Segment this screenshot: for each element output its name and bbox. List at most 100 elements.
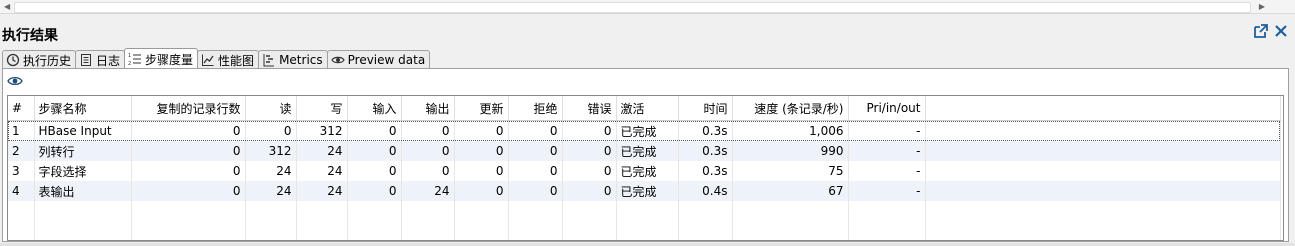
cell-status: 已完成 — [616, 161, 679, 181]
column-header[interactable]: 输入 — [347, 96, 402, 121]
cell-output: 0 — [401, 161, 455, 181]
cell-filler — [925, 141, 1281, 161]
chart-icon — [201, 53, 215, 67]
cell-input: 0 — [347, 141, 402, 161]
tab-preview-data[interactable]: Preview data — [326, 50, 431, 69]
table-row[interactable]: 3 字段选择 0 24 24 0 0 0 0 0 已完成 0.3s 75 - — [8, 161, 1281, 181]
cell-copies: 0 — [131, 181, 246, 201]
cell-step-name: 字段选择 — [34, 161, 132, 181]
cell-copies: 0 — [131, 161, 246, 181]
column-header[interactable]: # — [8, 96, 35, 121]
tab-label: 日志 — [96, 53, 121, 68]
tab-label: 执行历史 — [23, 53, 72, 68]
tab-step-metrics[interactable]: 12 步骤度量 — [124, 48, 199, 69]
cell-time: 0.4s — [678, 181, 733, 201]
metrics-table: # 步骤名称 复制的记录行数 读 写 输入 输出 更新 拒绝 错误 激活 时间 … — [7, 95, 1284, 241]
cell-read: 24 — [245, 161, 297, 181]
cell-speed: 75 — [732, 161, 849, 181]
cell-pri-in-out: - — [848, 161, 926, 181]
column-header[interactable]: Pri/in/out — [848, 96, 926, 121]
cell-status: 已完成 — [616, 120, 679, 141]
column-header[interactable]: 步骤名称 — [34, 96, 132, 121]
cell-speed: 1,006 — [732, 120, 849, 141]
column-header[interactable]: 复制的记录行数 — [131, 96, 246, 121]
table-row[interactable]: 2 列转行 0 312 24 0 0 0 0 0 已完成 0.3s 990 - — [8, 141, 1281, 161]
table-header-row: # 步骤名称 复制的记录行数 读 写 输入 输出 更新 拒绝 错误 激活 时间 … — [8, 96, 1281, 121]
cell-index: 2 — [8, 141, 35, 161]
svg-text:1: 1 — [128, 53, 131, 59]
column-header-filler — [925, 96, 1281, 121]
column-header[interactable]: 读 — [245, 96, 297, 121]
cell-index: 3 — [8, 161, 35, 181]
cell-input: 0 — [347, 181, 402, 201]
horizontal-scrollbar[interactable]: ◀ ▶ — [0, 0, 1295, 14]
empty-row — [8, 201, 1281, 221]
eye-icon — [330, 53, 345, 67]
metrics-list-icon: 12 — [128, 52, 142, 67]
cell-errors: 0 — [562, 181, 617, 201]
cell-index: 1 — [8, 120, 35, 141]
cell-written: 24 — [296, 181, 348, 201]
tab-performance-chart[interactable]: 性能图 — [197, 50, 260, 69]
cell-filler — [925, 120, 1281, 141]
cell-updated: 0 — [454, 181, 509, 201]
scroll-right-icon[interactable]: ▶ — [1259, 1, 1265, 13]
log-icon — [79, 53, 93, 67]
step-metrics-panel: # 步骤名称 复制的记录行数 读 写 输入 输出 更新 拒绝 错误 激活 时间 … — [2, 68, 1289, 242]
tab-label: Preview data — [347, 53, 426, 67]
tab-execution-history[interactable]: 执行历史 — [2, 50, 77, 69]
column-header[interactable]: 错误 — [562, 96, 617, 121]
cell-updated: 0 — [454, 141, 509, 161]
cell-output: 24 — [401, 181, 455, 201]
history-icon — [6, 53, 20, 67]
empty-row — [8, 221, 1281, 240]
scroll-left-icon[interactable]: ◀ — [4, 1, 10, 13]
cell-errors: 0 — [562, 120, 617, 141]
open-external-icon[interactable] — [1253, 23, 1269, 39]
cell-filler — [925, 161, 1281, 181]
cell-index: 4 — [8, 181, 35, 201]
column-header[interactable]: 写 — [296, 96, 348, 121]
tab-bar: 执行历史 日志 12 步骤度量 性能图 Metrics Preview data — [2, 48, 431, 69]
cell-written: 312 — [296, 120, 348, 141]
cell-status: 已完成 — [616, 141, 679, 161]
tab-metrics[interactable]: Metrics — [258, 50, 328, 69]
cell-rejected: 0 — [508, 181, 563, 201]
cell-written: 24 — [296, 141, 348, 161]
svg-text:2: 2 — [128, 61, 131, 66]
cell-input: 0 — [347, 161, 402, 181]
scrollbar-thumb[interactable] — [14, 2, 1251, 13]
metrics-icon — [262, 53, 276, 67]
cell-output: 0 — [401, 141, 455, 161]
cell-filler — [925, 181, 1281, 201]
cell-step-name: HBase Input — [34, 120, 132, 141]
column-header[interactable]: 速度 (条记录/秒) — [732, 96, 849, 121]
cell-time: 0.3s — [678, 141, 733, 161]
cell-updated: 0 — [454, 120, 509, 141]
cell-status: 已完成 — [616, 181, 679, 201]
cell-read: 0 — [245, 120, 297, 141]
cell-errors: 0 — [562, 141, 617, 161]
cell-read: 312 — [245, 141, 297, 161]
column-header[interactable]: 更新 — [454, 96, 509, 121]
cell-output: 0 — [401, 120, 455, 141]
tab-label: Metrics — [279, 53, 323, 67]
column-header[interactable]: 拒绝 — [508, 96, 563, 121]
cell-updated: 0 — [454, 161, 509, 181]
table-row[interactable]: 4 表输出 0 24 24 0 24 0 0 0 已完成 0.4s 67 - — [8, 181, 1281, 201]
window-actions — [1253, 23, 1289, 39]
cell-copies: 0 — [131, 141, 246, 161]
column-header[interactable]: 时间 — [678, 96, 733, 121]
cell-step-name: 表输出 — [34, 181, 132, 201]
cell-speed: 990 — [732, 141, 849, 161]
close-icon[interactable] — [1273, 23, 1289, 39]
cell-speed: 67 — [732, 181, 849, 201]
column-header[interactable]: 输出 — [401, 96, 455, 121]
show-hide-icon[interactable] — [7, 75, 23, 87]
cell-step-name: 列转行 — [34, 141, 132, 161]
cell-pri-in-out: - — [848, 120, 926, 141]
table-row[interactable]: 1 HBase Input 0 0 312 0 0 0 0 0 已完成 0.3s… — [8, 120, 1281, 141]
column-header[interactable]: 激活 — [616, 96, 679, 121]
tab-label: 性能图 — [218, 53, 255, 68]
tab-log[interactable]: 日志 — [75, 50, 126, 69]
